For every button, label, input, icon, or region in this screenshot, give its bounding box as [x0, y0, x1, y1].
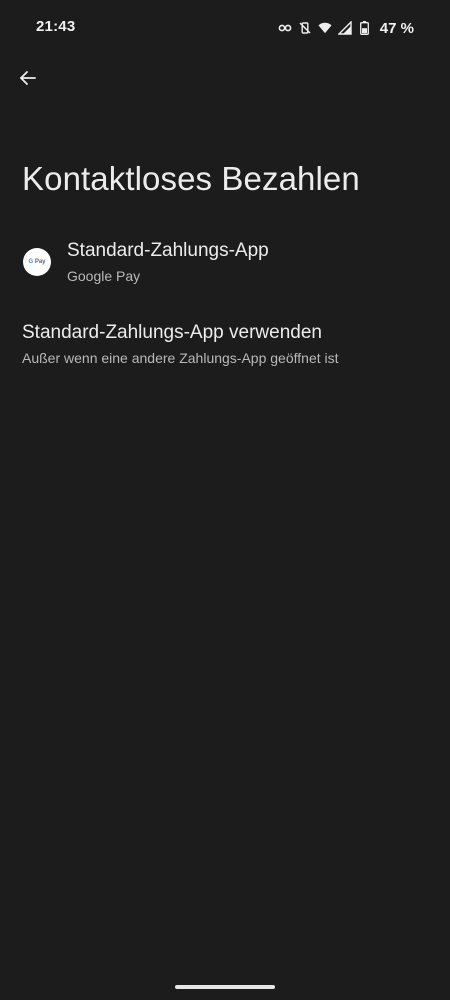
- battery-icon: [358, 21, 372, 35]
- default-payment-app-title: Standard-Zahlungs-App: [67, 240, 269, 261]
- signal-icon: [337, 21, 352, 35]
- use-default-app-title: Standard-Zahlungs-App verwenden: [22, 322, 322, 343]
- status-icons: 47 %: [278, 18, 414, 38]
- use-default-app-summary: Außer wenn eine andere Zahlungs-App geöf…: [22, 350, 339, 366]
- use-default-app-row[interactable]: Standard-Zahlungs-App verwenden Außer we…: [0, 310, 450, 380]
- vibrate-off-icon: [298, 21, 312, 35]
- google-pay-icon: G Pay: [23, 248, 51, 276]
- status-bar: 21:43 47 %: [0, 0, 450, 56]
- back-button[interactable]: [10, 62, 46, 98]
- default-payment-app-summary: Google Pay: [67, 268, 141, 284]
- gesture-nav-handle[interactable]: [175, 985, 275, 989]
- vpn-key-icon: [278, 21, 292, 35]
- google-pay-icon-pay: Pay: [34, 259, 46, 265]
- page-title: Kontaktloses Bezahlen: [22, 160, 360, 197]
- battery-percent: 47 %: [379, 19, 414, 37]
- status-time: 21:43: [36, 18, 76, 35]
- google-pay-icon-g: G: [28, 259, 34, 265]
- arrow-back-icon: [19, 69, 37, 92]
- default-payment-app-row[interactable]: G Pay Standard-Zahlungs-App Google Pay: [0, 228, 450, 298]
- wifi-icon: [318, 21, 332, 35]
